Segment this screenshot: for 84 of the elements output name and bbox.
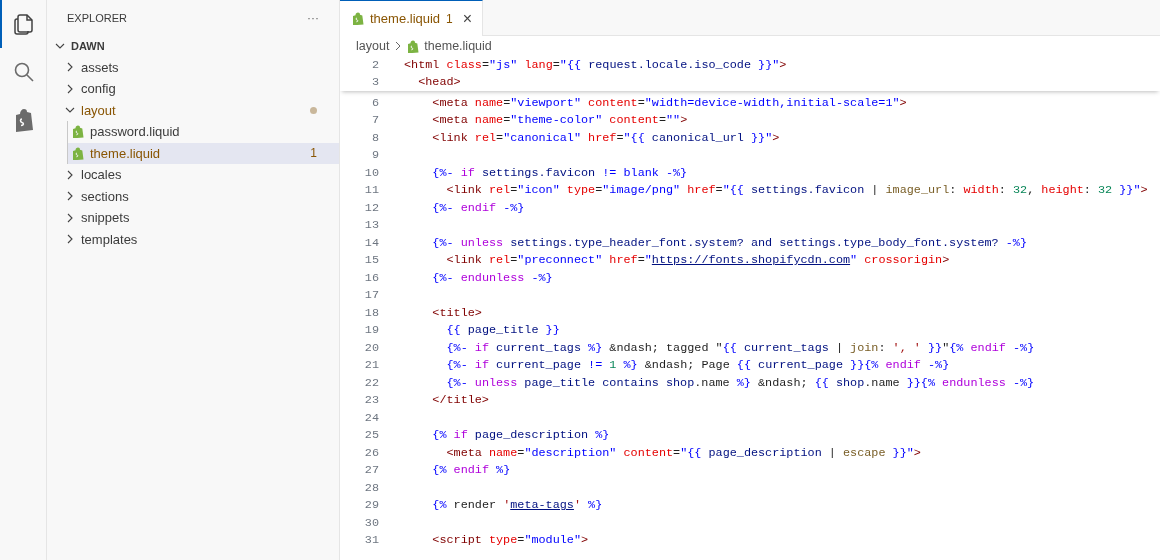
editor-tab[interactable]: theme.liquid 1 ×: [340, 0, 484, 36]
code-line: {%- if current_tags %} &ndash; tagged "{{ current_tags | join: ', ' }}"{% endif -%}: [445, 340, 1035, 355]
code-link[interactable]: meta-tags: [510, 498, 574, 513]
line-number: 25: [363, 428, 379, 443]
tree-item[interactable]: theme.liquid 1: [67, 142, 339, 164]
chevron-icon: [65, 83, 75, 94]
code-link[interactable]: https://fonts.shopifycdn.com: [651, 253, 851, 268]
tree-item[interactable]: DAWN: [47, 35, 339, 57]
shopping-bag-icon: [72, 125, 84, 139]
line-number: 11: [363, 183, 379, 198]
code-line: {%- unless settings.type_header_font.system? and settings.type_body_font.system? -%}: [431, 235, 1027, 250]
code-line: {%- endif -%}: [431, 200, 525, 215]
code-line: <html class="js" lang="{{ request.locale.iso_code }}">: [404, 57, 787, 72]
line-number: 20: [363, 340, 379, 355]
code-line: <link rel="preconnect" href="https://fonts.shopifycdn.com" crossorigin>: [445, 253, 950, 268]
breadcrumb-item[interactable]: layout: [356, 39, 390, 53]
code-line: </title>: [431, 393, 489, 408]
line-number: 10: [363, 165, 379, 180]
code-line: {%- if current_page != 1 %} &ndash; Page {{ current_page }}{% endif -%}: [445, 358, 950, 373]
tree-item[interactable]: assets: [47, 56, 339, 78]
line-number: 18: [363, 305, 379, 320]
line-number: 16: [363, 270, 379, 285]
line-number: 8: [370, 130, 379, 145]
line-number: 17: [363, 288, 379, 303]
code-line: <meta name="description" content="{{ page_description | escape }}">: [445, 445, 921, 460]
chevron-icon: [65, 169, 75, 180]
code-line: {% endif %}: [431, 463, 511, 478]
breadcrumb-item[interactable]: theme.liquid: [424, 39, 492, 53]
tree-item[interactable]: layout: [47, 99, 339, 121]
line-number: 24: [363, 410, 379, 425]
line-number: 14: [363, 235, 379, 250]
code-line: {%- unless page_title contains shop.name %} &ndash; {{ shop.name }}{% endunless -%}: [445, 375, 1035, 390]
code-line: <meta name="theme-color" content="">: [431, 113, 688, 128]
explorer-title: EXPLORER: [67, 11, 127, 24]
problem-count: 1: [310, 146, 317, 161]
code-line: {%- endunless -%}: [431, 270, 553, 285]
tree-item[interactable]: config: [47, 78, 339, 100]
chevron-icon: [65, 234, 75, 245]
line-number: 29: [363, 498, 379, 513]
shopping-bag-icon: [72, 146, 84, 160]
tree-item[interactable]: snippets: [47, 207, 339, 229]
tree-item[interactable]: locales: [47, 164, 339, 186]
code-line: <link rel="canonical" href="{{ canonical_url }}">: [431, 130, 780, 145]
modified-dot-icon: [310, 106, 317, 114]
code-line: <script type="module">: [431, 533, 589, 548]
close-button[interactable]: ×: [462, 9, 473, 28]
line-number: 9: [370, 148, 379, 163]
tree-item[interactable]: sections: [47, 185, 339, 207]
line-number: 27: [363, 463, 379, 478]
line-number: 21: [363, 358, 379, 373]
line-number: 7: [370, 113, 379, 128]
code-line: {%- if settings.favicon != blank -%}: [431, 165, 688, 180]
code-line: {{ page_title }}: [445, 323, 560, 338]
more-actions-button[interactable]: ···: [307, 10, 319, 25]
line-number: 22: [363, 375, 379, 390]
line-number: 12: [363, 200, 379, 215]
line-number: 28: [363, 480, 379, 495]
chevron-icon: [65, 191, 75, 202]
line-number: 13: [363, 218, 379, 233]
line-number: 2: [370, 57, 379, 72]
shopping-bag-icon: [13, 108, 35, 132]
code-line: <head>: [417, 75, 461, 90]
line-number: 15: [363, 253, 379, 268]
chevron-icon: [65, 212, 75, 223]
code-line: <link rel="icon" type="image/png" href="{{ settings.favicon | image_url: width: 32, height: 32 }}">: [445, 183, 1148, 198]
tree-item[interactable]: templates: [47, 228, 339, 250]
search-icon: [12, 60, 36, 84]
shopping-bag-icon: [352, 12, 364, 25]
code-line: {% if page_description %}: [431, 428, 610, 443]
tree-item[interactable]: password.liquid: [67, 121, 339, 143]
chevron-icon: [65, 62, 75, 73]
files-icon: [12, 12, 36, 36]
line-number: 23: [363, 393, 379, 408]
code-line: <title>: [431, 305, 482, 320]
line-number: 31: [363, 533, 379, 548]
line-number: 19: [363, 323, 379, 338]
chevron-icon: [394, 41, 403, 51]
code-line: {% render 'meta-tags' %}: [431, 498, 603, 513]
line-number: 3: [370, 75, 379, 90]
line-number: 26: [363, 445, 379, 460]
line-number: 6: [370, 95, 379, 110]
line-number: 30: [363, 515, 379, 530]
shopping-bag-icon: [407, 39, 420, 53]
code-line: <meta name="viewport" content="width=device-width,initial-scale=1">: [431, 95, 907, 110]
